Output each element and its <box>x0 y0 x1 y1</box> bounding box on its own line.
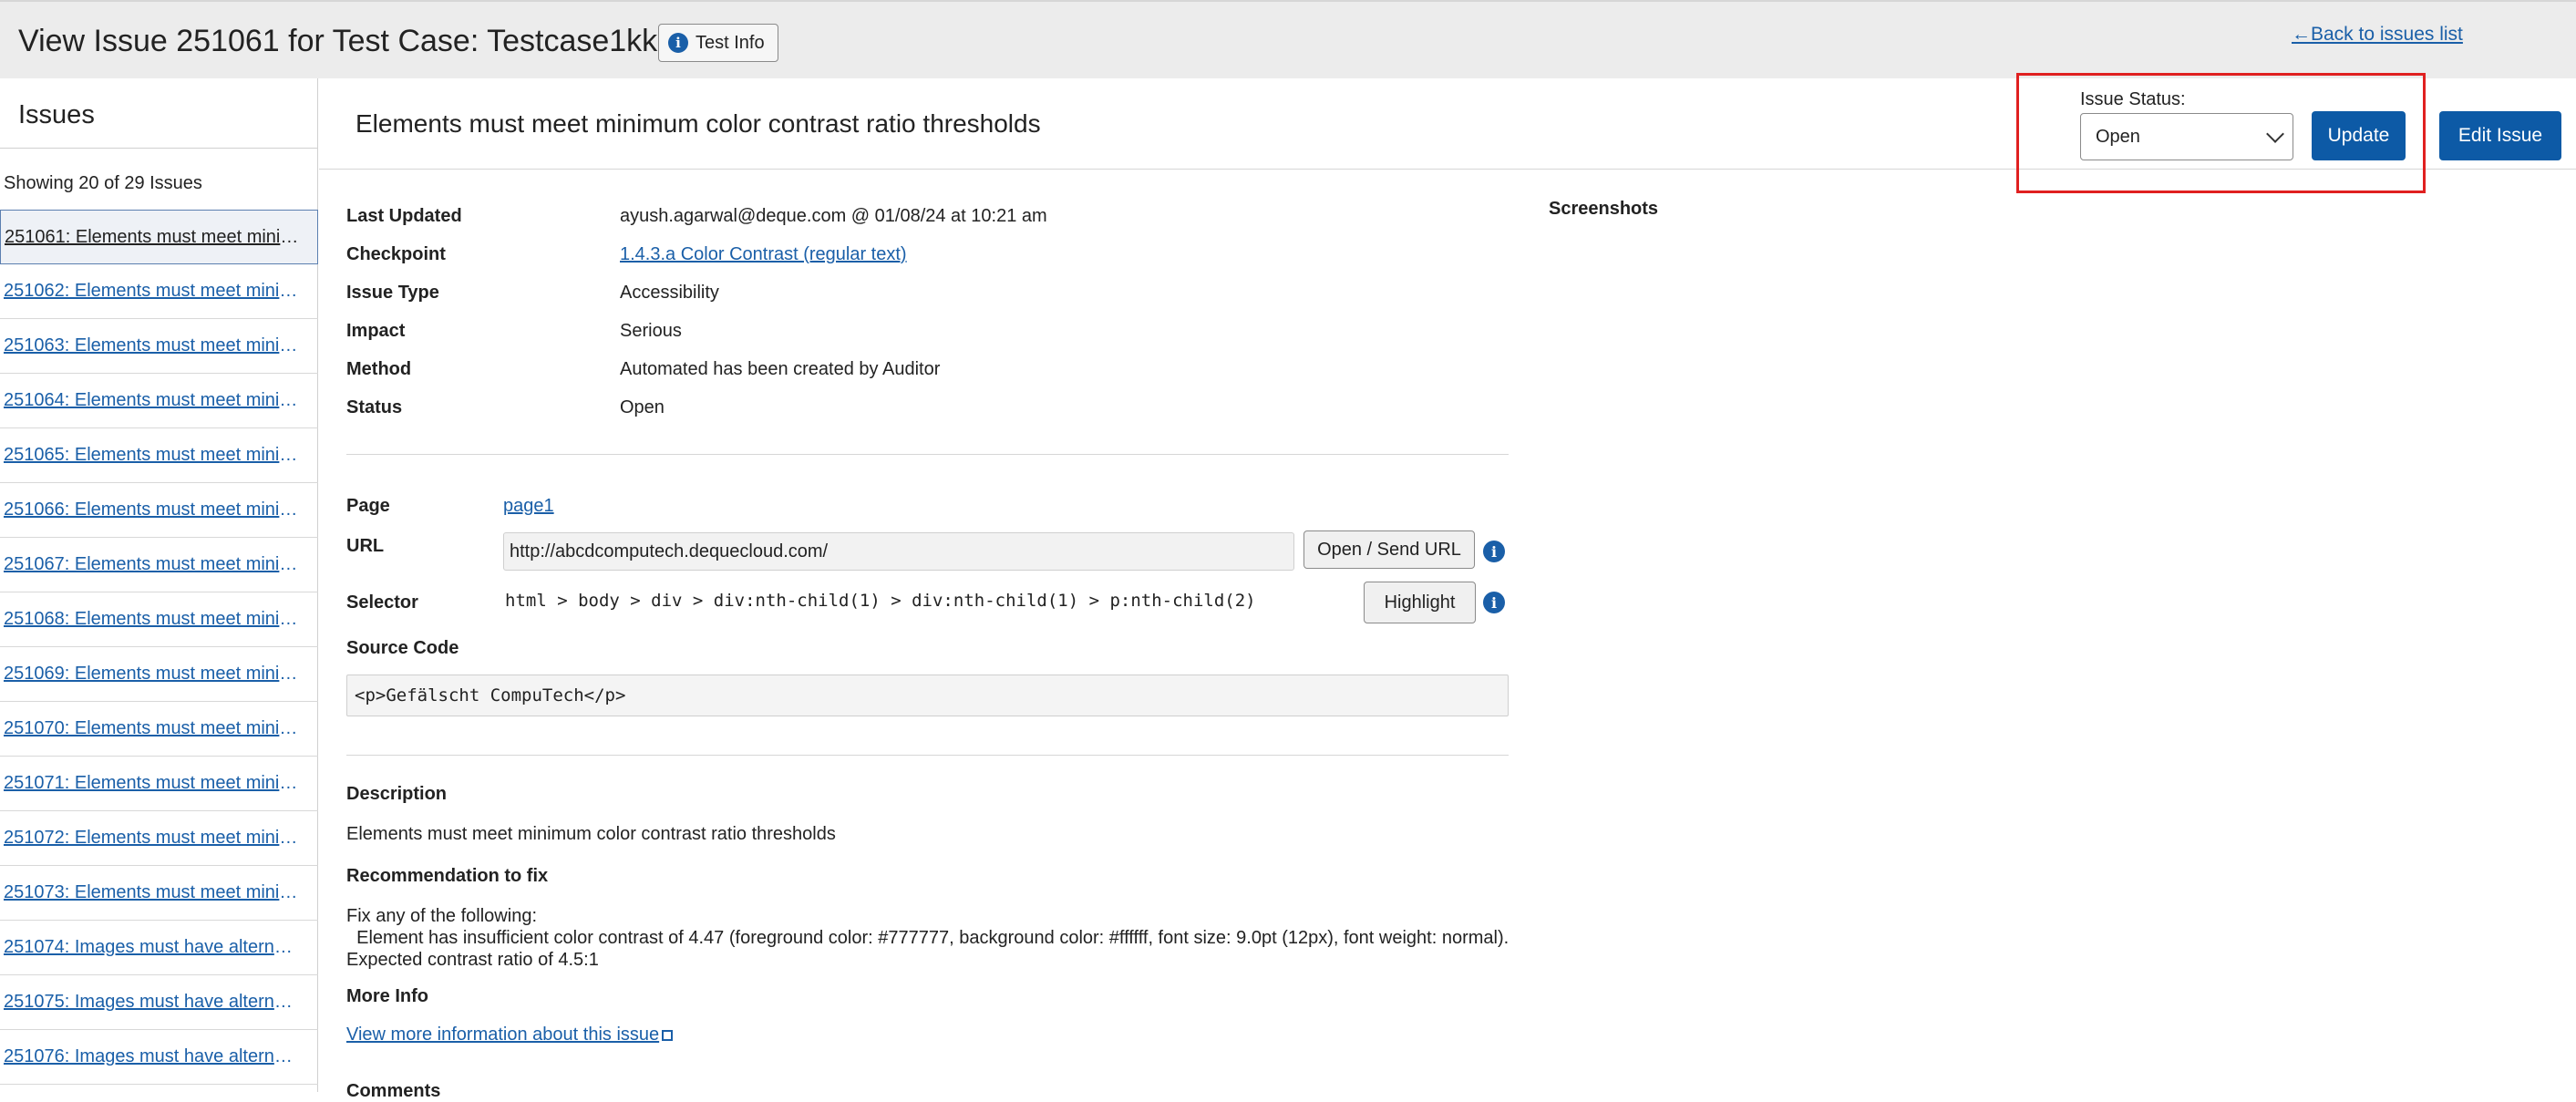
update-button[interactable]: Update <box>2312 111 2406 160</box>
recommendation-line: Expected contrast ratio of 4.5:1 <box>346 950 599 970</box>
recommendation-line: Element has insufficient color contrast … <box>346 928 1510 948</box>
more-info-link-row: View more information about this issue <box>346 1025 674 1045</box>
url-field[interactable]: http://abcdcomputech.dequecloud.com/ <box>503 532 1294 571</box>
info-icon[interactable]: i <box>1483 592 1505 613</box>
external-link-icon <box>662 1030 674 1041</box>
selector-key: Selector <box>346 592 418 613</box>
divider <box>346 454 1509 455</box>
issue-list-item[interactable]: 251074: Images must have alternate text <box>0 921 318 975</box>
source-code-value: <p>Gefälscht CompuTech</p> <box>355 685 626 705</box>
back-to-issues-link[interactable]: ←Back to issues list <box>2292 24 2463 46</box>
detail-key: Issue Type <box>346 283 439 303</box>
highlight-button[interactable]: Highlight <box>1364 582 1476 623</box>
divider <box>346 755 1509 756</box>
page-link[interactable]: page1 <box>503 496 554 517</box>
detail-value: Accessibility <box>620 283 719 303</box>
description-value: Elements must meet minimum color contras… <box>346 824 836 844</box>
selector-value: html > body > div > div:nth-child(1) > d… <box>505 591 1256 611</box>
sidebar-title: Issues <box>18 100 95 129</box>
detail-key: Method <box>346 359 412 379</box>
issue-status-select[interactable]: Open <box>2080 113 2293 160</box>
issue-list-item[interactable]: 251068: Elements must meet minimum color… <box>0 592 318 647</box>
test-info-label: Test Info <box>696 32 765 53</box>
url-value: http://abcdcomputech.dequecloud.com/ <box>510 541 829 561</box>
issue-list-item[interactable]: 251069: Elements must meet minimum color… <box>0 647 318 702</box>
recommendation-line: Fix any of the following: <box>346 906 537 926</box>
issue-list-item[interactable]: 251063: Elements must meet minimum color… <box>0 319 318 374</box>
issue-list-item[interactable]: 251076: Images must have alternate text <box>0 1030 318 1085</box>
checkpoint-link[interactable]: 1.4.3.a Color Contrast (regular text) <box>620 244 907 265</box>
issue-status-label: Issue Status: <box>2080 89 2186 109</box>
source-code-key: Source Code <box>346 638 459 658</box>
issue-list: 251061: Elements must meet minimum color… <box>0 210 318 1085</box>
info-icon: i <box>668 33 688 53</box>
test-info-button[interactable]: i Test Info <box>658 24 778 62</box>
issue-list-item[interactable]: 251071: Elements must meet minimum color… <box>0 757 318 811</box>
issue-list-item[interactable]: 251066: Elements must meet minimum color… <box>0 483 318 538</box>
issue-list-item[interactable]: 251075: Images must have alternate text <box>0 975 318 1030</box>
detail-key: Impact <box>346 321 406 341</box>
recommendation-key: Recommendation to fix <box>346 866 549 886</box>
detail-value: Open <box>620 397 665 417</box>
issue-list-item[interactable]: 251064: Elements must meet minimum color… <box>0 374 318 428</box>
issue-list-item[interactable]: 251062: Elements must meet minimum color… <box>0 264 318 319</box>
detail-key: Last Updated <box>346 206 462 226</box>
detail-value: Serious <box>620 321 682 341</box>
detail-key: Status <box>346 397 403 417</box>
url-key: URL <box>346 536 385 556</box>
issue-heading: Elements must meet minimum color contras… <box>355 109 1041 138</box>
info-icon[interactable]: i <box>1483 541 1505 562</box>
issue-status-value: Open <box>2096 126 2140 147</box>
issue-count: Showing 20 of 29 Issues <box>4 173 202 193</box>
page-title: View Issue 251061 for Test Case: Testcas… <box>18 24 658 58</box>
chevron-down-icon <box>2266 125 2284 143</box>
screenshots-label: Screenshots <box>1549 199 1659 219</box>
description-key: Description <box>346 784 448 804</box>
detail-value: ayush.agarwal@deque.com @ 01/08/24 at 10… <box>620 206 1047 226</box>
issue-list-item[interactable]: 251073: Elements must meet minimum color… <box>0 866 318 921</box>
detail-key: Checkpoint <box>346 244 446 264</box>
issues-sidebar: Issues Showing 20 of 29 Issues 251061: E… <box>0 78 318 1092</box>
issue-list-item-active[interactable]: 251061: Elements must meet minimum color… <box>0 210 318 264</box>
divider <box>0 148 318 149</box>
more-info-key: More Info <box>346 986 428 1006</box>
top-bar: View Issue 251061 for Test Case: Testcas… <box>0 0 2576 78</box>
issue-list-item[interactable]: 251070: Elements must meet minimum color… <box>0 702 318 757</box>
source-code-box: <p>Gefälscht CompuTech</p> <box>346 675 1509 716</box>
issue-list-item[interactable]: 251072: Elements must meet minimum color… <box>0 811 318 866</box>
page-key: Page <box>346 496 390 516</box>
more-info-link[interactable]: View more information about this issue <box>346 1025 659 1045</box>
issue-list-item[interactable]: 251067: Elements must meet minimum color… <box>0 538 318 592</box>
detail-value: Automated has been created by Auditor <box>620 359 941 379</box>
open-send-url-button[interactable]: Open / Send URL <box>1303 530 1475 569</box>
issue-list-item[interactable]: 251065: Elements must meet minimum color… <box>0 428 318 483</box>
edit-issue-button[interactable]: Edit Issue <box>2439 111 2561 160</box>
